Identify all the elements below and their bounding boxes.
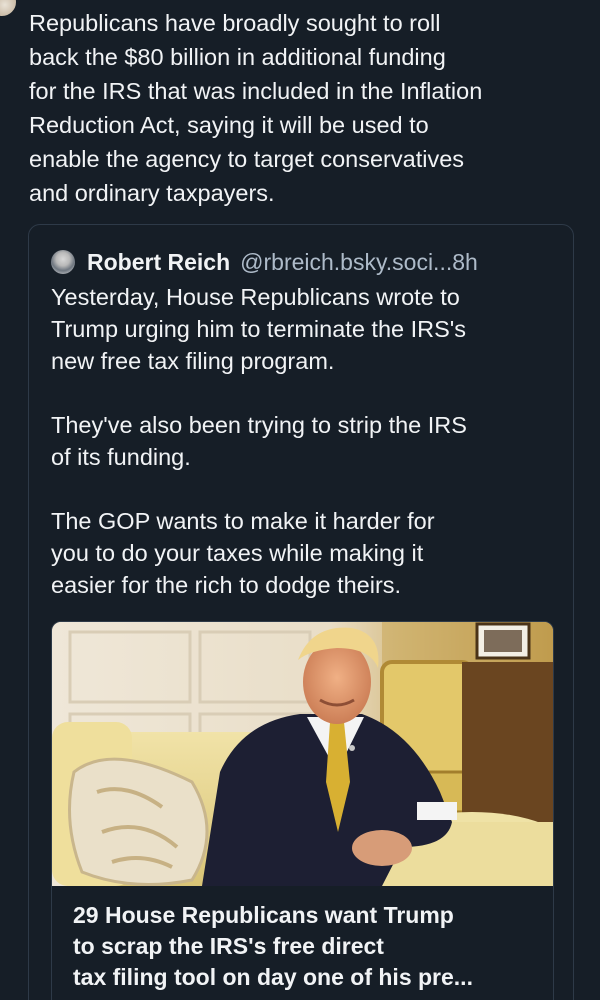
- quoted-post-time[interactable]: 8h: [452, 249, 478, 276]
- quoted-post[interactable]: Robert Reich @rbreich.bsky.soci... 8h Ye…: [28, 224, 574, 1000]
- quoted-author-name[interactable]: Robert Reich: [87, 249, 230, 276]
- link-preview-title: 29 House Republicans want Trump to scrap…: [73, 902, 473, 990]
- quoted-post-header: Robert Reich @rbreich.bsky.soci... 8h: [51, 247, 478, 277]
- link-preview-image: [52, 622, 553, 892]
- quoted-paragraph: The GOP wants to make it harder for you …: [51, 508, 435, 598]
- post-text: Republicans have broadly sought to roll …: [29, 10, 483, 206]
- quoted-author-avatar[interactable]: [51, 250, 75, 274]
- quoted-author-handle[interactable]: @rbreich.bsky.soci...: [240, 249, 452, 276]
- feed-post: Republicans have broadly sought to roll …: [0, 0, 600, 1000]
- poster-avatar[interactable]: [0, 0, 18, 18]
- quoted-paragraph: Yesterday, House Republicans wrote to Tr…: [51, 284, 467, 374]
- quoted-paragraph: They've also been trying to strip the IR…: [51, 412, 467, 470]
- quoted-post-body: Yesterday, House Republicans wrote to Tr…: [51, 281, 561, 633]
- link-preview-card[interactable]: 29 House Republicans want Trump to scrap…: [51, 621, 554, 1000]
